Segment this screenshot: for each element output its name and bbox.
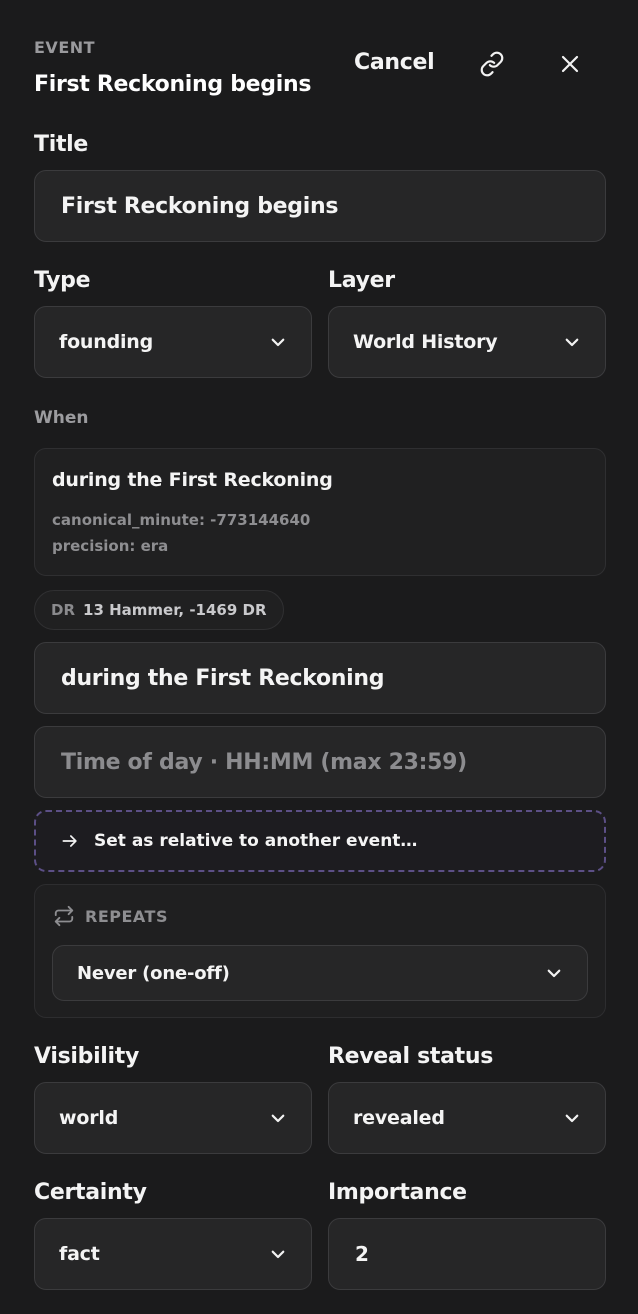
layer-label: Layer [328,268,395,293]
section-eyebrow: EVENT [34,38,96,57]
title-label: Title [34,132,89,157]
time-of-day-input[interactable]: Time of day · HH:MM (max 23:59) [34,726,606,798]
repeats-select-value: Never (one-off) [77,962,230,984]
title-input-value: First Reckoning begins [61,193,339,219]
visibility-label: Visibility [34,1044,140,1069]
reveal-status-value: revealed [353,1107,445,1129]
reveal-status-select[interactable]: revealed [328,1082,606,1154]
importance-value: 2 [355,1242,369,1266]
repeats-select[interactable]: Never (one-off) [52,945,588,1001]
repeats-section: REPEATS Never (one-off) [34,884,606,1018]
when-summary-card: during the First Reckoning canonical_min… [34,448,606,576]
set-relative-label: Set as relative to another event… [94,831,418,851]
event-heading: First Reckoning begins [34,72,312,97]
visibility-select-value: world [59,1107,119,1129]
type-select-value: founding [59,331,154,353]
repeats-heading: REPEATS [53,905,168,927]
precision: precision: era [52,537,169,555]
certainty-select[interactable]: fact [34,1218,312,1290]
when-text-value: during the First Reckoning [61,665,385,691]
calendar-tag: DR [51,601,76,619]
certainty-label: Certainty [34,1180,147,1205]
close-button[interactable] [550,44,590,84]
event-editor-panel: EVENT First Reckoning begins Cancel Titl… [0,0,638,1314]
layer-select[interactable]: World History [328,306,606,378]
type-label: Type [34,268,91,293]
cancel-button[interactable]: Cancel [354,50,435,75]
importance-label: Importance [328,1180,467,1205]
title-input[interactable]: First Reckoning begins [34,170,606,242]
chevron-down-icon [271,1250,285,1259]
chevron-down-icon [271,1114,285,1123]
set-relative-button[interactable]: Set as relative to another event… [34,810,606,872]
type-select[interactable]: founding [34,306,312,378]
canonical-minute: canonical_minute: -773144640 [52,511,311,529]
calendar-chip[interactable]: DR 13 Hammer, -1469 DR [34,590,284,630]
close-icon [561,55,579,73]
when-label: When [34,408,89,428]
when-text-input[interactable]: during the First Reckoning [34,642,606,714]
chevron-down-icon [547,969,561,978]
calendar-date: 13 Hammer, -1469 DR [83,601,267,619]
when-description: during the First Reckoning [52,469,333,491]
repeats-heading-label: REPEATS [85,906,168,926]
chevron-down-icon [565,338,579,347]
chevron-down-icon [565,1114,579,1123]
reveal-status-label: Reveal status [328,1044,493,1069]
link-icon [480,51,504,77]
certainty-select-value: fact [59,1243,100,1265]
visibility-select[interactable]: world [34,1082,312,1154]
layer-select-value: World History [353,331,498,353]
repeat-icon [54,905,74,927]
time-of-day-placeholder: Time of day · HH:MM (max 23:59) [61,749,467,775]
copy-link-button[interactable] [472,44,512,84]
chevron-down-icon [271,338,285,347]
importance-input[interactable]: 2 [328,1218,606,1290]
arrow-right-icon [62,835,77,847]
